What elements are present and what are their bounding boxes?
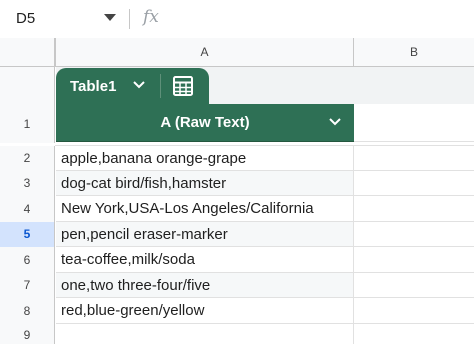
- cell-a4[interactable]: New York,USA-Los Angeles/California: [56, 196, 354, 222]
- chevron-down-icon[interactable]: [328, 114, 342, 131]
- row-separator: [55, 142, 474, 146]
- cell-a9[interactable]: [56, 324, 354, 344]
- table-tab[interactable]: Table1: [56, 68, 209, 104]
- row-header-7[interactable]: 7: [0, 273, 55, 298]
- chevron-down-icon[interactable]: [132, 77, 146, 94]
- row-header-1[interactable]: 1: [0, 67, 55, 143]
- cell-b4[interactable]: [354, 196, 474, 222]
- cell-a3[interactable]: dog-cat bird/fish,hamster: [56, 171, 354, 196]
- row-header-4[interactable]: 4: [0, 196, 55, 222]
- formula-bar: D5 fx: [0, 0, 474, 39]
- cell-a5[interactable]: pen,pencil eraser-marker: [56, 222, 354, 247]
- tab-divider: [160, 74, 161, 98]
- column-header-a[interactable]: A: [56, 38, 354, 66]
- row-header-2[interactable]: 2: [0, 146, 55, 171]
- table-view-icon[interactable]: [172, 75, 194, 97]
- cell-a8[interactable]: red,blue-green/yellow: [56, 298, 354, 324]
- row-header-8[interactable]: 8: [0, 298, 55, 324]
- cell-a2[interactable]: apple,banana orange-grape: [56, 146, 354, 171]
- cell-b8[interactable]: [354, 298, 474, 324]
- row-header-3[interactable]: 3: [0, 171, 55, 196]
- cell-b5[interactable]: [354, 222, 474, 247]
- cell-b9[interactable]: [354, 324, 474, 344]
- column-header-row: A B: [0, 38, 474, 67]
- row-header-6[interactable]: 6: [0, 247, 55, 273]
- cell-a6[interactable]: tea-coffee,milk/soda: [56, 247, 354, 273]
- cell-b3[interactable]: [354, 171, 474, 196]
- select-all-corner[interactable]: [0, 38, 56, 66]
- name-box-value: D5: [16, 10, 36, 27]
- cell-b6[interactable]: [354, 247, 474, 273]
- table-name[interactable]: Table1: [70, 78, 116, 95]
- formula-bar-divider: [129, 9, 130, 29]
- cell-b7[interactable]: [354, 273, 474, 298]
- cell-b2[interactable]: [354, 146, 474, 171]
- table-column-header-label: A (Raw Text): [160, 114, 250, 131]
- caret-down-icon[interactable]: [104, 14, 116, 21]
- column-header-b[interactable]: B: [354, 38, 474, 66]
- cell-a7[interactable]: one,two three-four/five: [56, 273, 354, 298]
- cell-b1[interactable]: [354, 104, 474, 142]
- row-header-9[interactable]: 9: [0, 324, 55, 344]
- row-header-5[interactable]: 5: [0, 222, 55, 247]
- name-box[interactable]: D5: [8, 6, 128, 32]
- table-column-header[interactable]: A (Raw Text): [56, 104, 354, 142]
- fx-icon: fx: [143, 7, 159, 27]
